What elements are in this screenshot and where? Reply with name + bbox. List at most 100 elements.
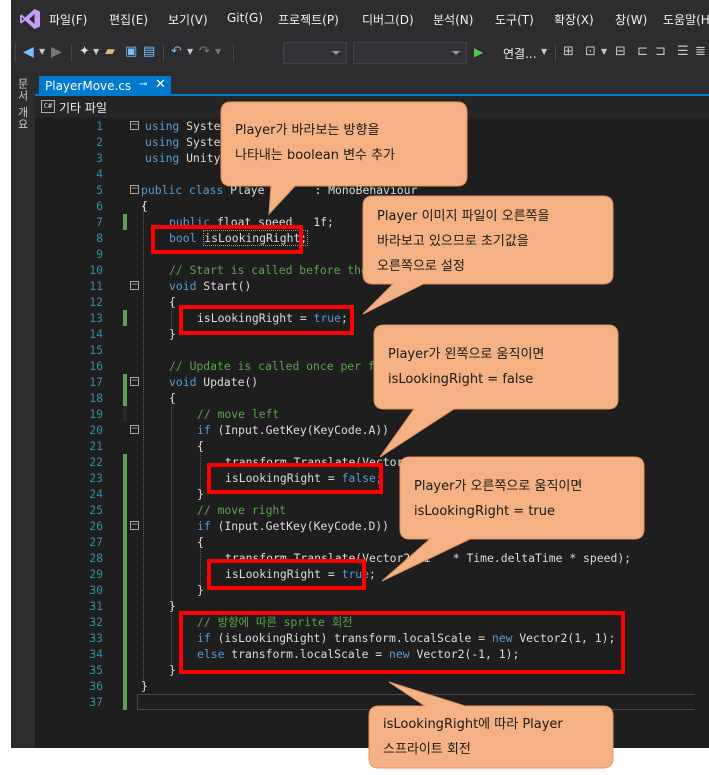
line-number: 25 [89,503,103,517]
line-number: 6 [96,199,103,213]
new-project-icon[interactable]: ✦ [79,44,90,60]
tab-playermove[interactable]: PlayerMove.cs ⊸ ✕ [39,76,171,96]
code-line-24: } [197,487,204,501]
line-number: 5 [96,183,103,197]
csharp-file-icon: C# [41,100,55,113]
forward-icon[interactable]: ▶ [51,44,62,60]
code-line-36: } [141,679,148,693]
menu-view[interactable]: 보기(V) [168,11,208,28]
line-number: 36 [89,679,103,693]
code-line-16: // Update is called once per fr [169,359,382,373]
run-dropdown-icon[interactable]: ▼ [541,44,547,60]
line-number: 10 [89,263,103,277]
menu-help[interactable]: 도움말(H) [663,11,709,28]
align-left-icon[interactable]: ⊏ [637,44,648,60]
line-number: 4 [96,167,103,181]
menu-debug[interactable]: 디버그(D) [362,11,414,28]
redo-dropdown-icon[interactable]: ▼ [215,44,221,60]
platform-dropdown[interactable] [353,42,467,64]
highlight-box-flip [179,611,625,674]
back-icon[interactable]: ◀ [23,44,34,60]
line-number: 1 [96,119,103,133]
code-line-35: } [169,663,176,677]
line-number: 8 [96,231,103,245]
highlight-box-start-init [179,305,354,335]
change-bar [123,214,127,230]
line-number: 23 [89,471,103,485]
line-number: 7 [96,215,103,229]
side-tool-strip: 문서 개요 [11,70,35,748]
line-number: 3 [96,151,103,165]
line-number: 29 [89,567,103,581]
undo-dropdown-icon[interactable]: ▼ [187,44,193,60]
save-icon[interactable]: ▣ [125,44,137,60]
line-number: 20 [89,423,103,437]
comment-icon[interactable]: ☰ [677,44,689,60]
run-button[interactable]: 연결... [503,45,537,62]
line-number: 21 [89,439,103,453]
line-number: 13 [89,311,103,325]
uncomment-icon[interactable]: ≣ [695,44,706,60]
back-dropdown-icon[interactable]: ▼ [39,44,45,60]
new-dropdown-icon[interactable]: ▼ [93,44,99,60]
menu-file[interactable]: 파일(F) [49,11,87,28]
change-bar [123,454,127,710]
code-line-25: // move right [197,503,287,517]
line-number: 14 [89,327,103,341]
line-number: 17 [89,375,103,389]
fold-toggle-icon[interactable]: − [130,521,139,530]
highlight-box-move-left [207,463,383,494]
overflow-dropdown-icon[interactable]: ▼ [601,44,607,60]
menu-window[interactable]: 창(W) [615,11,647,28]
toolbar: ◀ ▼ ▶ ✦ ▼ ▰ ▣ ▤ ↶ ▼ ↷ ▼ ▶ 연결... ▼ ⊞ ⊡ ▼ … [11,36,709,70]
line-number: 2 [96,135,103,149]
callout-flip-text: isLookingRight에 따라 Player 스프라이트 회전 [383,717,563,757]
menu-extensions[interactable]: 확장(X) [554,11,594,28]
fold-toggle-icon[interactable]: − [130,377,139,386]
align-right-icon[interactable]: ⊐ [655,44,666,60]
close-tab-icon[interactable]: ✕ [155,77,166,92]
line-number: 35 [89,663,103,677]
undo-icon[interactable]: ↶ [171,44,182,60]
redo-icon[interactable]: ↷ [199,44,210,60]
line-number: 27 [89,535,103,549]
menu-tools[interactable]: 도구(T) [495,11,534,28]
code-line-30: } [197,583,204,597]
code-line-26: if (Input.GetKey(KeyCode.D)) [197,519,390,533]
vertical-scrollbar[interactable] [695,118,709,748]
code-line-31: } [169,599,176,613]
fold-toggle-icon[interactable]: − [130,425,139,434]
change-bar [123,406,127,422]
project-dropdown-label: 기타 파일 [59,101,107,115]
code-line-6: { [141,199,148,213]
menu-analyze[interactable]: 분석(N) [433,11,473,28]
code-line-20: if (Input.GetKey(KeyCode.A)) [197,423,390,437]
code-line-27: { [197,535,204,549]
change-bar [123,310,127,326]
document-tab-well: PlayerMove.cs ⊸ ✕ [35,70,709,96]
screenshot-icon[interactable]: ⊡ [585,44,596,60]
format-icon[interactable]: ⊟ [615,44,626,60]
callout-move-right-text: Player가 오른쪽으로 움직이면 isLookingRight = true [414,479,583,519]
line-number: 30 [89,583,103,597]
run-icon[interactable]: ▶ [474,44,483,60]
code-line-14: } [169,327,176,341]
save-all-icon[interactable]: ▤ [143,44,155,60]
callout-variable-text: Player가 바라보는 방향을 나타내는 boolean 변수 추가 [235,123,396,163]
open-folder-icon[interactable]: ▰ [105,44,115,60]
line-number: 24 [89,487,103,501]
line-number: 32 [89,615,103,629]
menu-project[interactable]: 프로젝트(P) [278,11,339,28]
configuration-dropdown[interactable] [283,42,347,64]
menu-git[interactable]: Git(G) [227,11,263,25]
document-outline-tab[interactable]: 문서 개요 [16,78,30,131]
line-number: 9 [96,247,103,261]
menu-edit[interactable]: 편집(E) [109,11,148,28]
fold-toggle-icon[interactable]: − [130,121,139,130]
line-number: 31 [89,599,103,613]
fold-toggle-icon[interactable]: − [130,185,139,194]
find-in-files-icon[interactable]: ⊞ [563,44,574,60]
highlight-box-declaration [151,225,303,254]
fold-toggle-icon[interactable]: − [130,281,139,290]
pin-icon[interactable]: ⊸ [139,79,147,90]
